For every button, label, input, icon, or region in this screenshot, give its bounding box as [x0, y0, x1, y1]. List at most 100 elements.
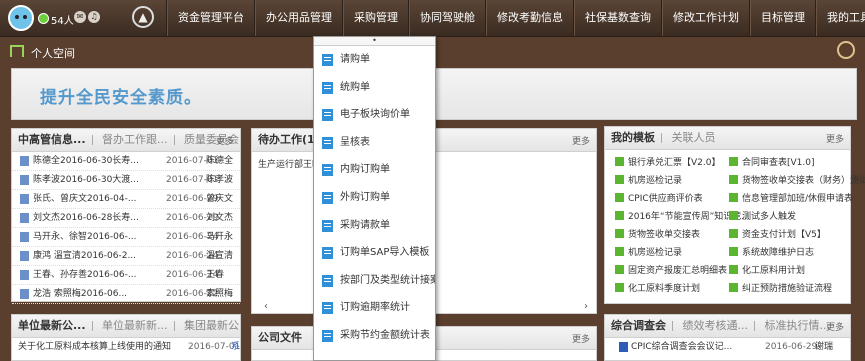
template-item[interactable]: 合同审查表[V1.0] — [729, 155, 815, 171]
item-author: 索照梅 — [206, 289, 234, 299]
template-item[interactable]: 机房巡检记录 — [615, 173, 682, 189]
menu-item-sap-import[interactable]: 订购单SAP导入模板 — [314, 239, 435, 267]
nav-item-fund-platform[interactable]: 资金管理平台 — [168, 0, 254, 36]
nav-item-social-security[interactable]: 社保基数查询 — [575, 0, 661, 36]
tab-divider — [91, 321, 93, 331]
tab-my-templates[interactable]: 我的模板 — [605, 127, 661, 149]
list-item[interactable]: 王春、孙存善2016-06-... 2016-06-24 王春 — [12, 266, 240, 285]
home-icon[interactable] — [10, 45, 24, 57]
item-title[interactable]: 马开永、徐智2016-06-... — [33, 228, 136, 246]
tab-related-people[interactable]: 关联人员 — [666, 127, 722, 149]
menu-item-central-purchase[interactable]: 统购单 — [314, 74, 435, 102]
template-item[interactable]: 系统故障维护日志 — [729, 245, 814, 261]
list-item[interactable]: 马开永、徐智2016-06-... 2016-06-24 马开永 — [12, 228, 240, 247]
menu-item-foreign-order[interactable]: 外购订购单 — [314, 184, 435, 212]
nav-item-office-supplies[interactable]: 办公用品管理 — [256, 0, 342, 36]
form-icon — [322, 219, 333, 232]
form-icon — [729, 247, 738, 256]
nav-item-procurement[interactable]: 采购管理 — [344, 0, 408, 36]
more-link[interactable]: 更多 — [826, 320, 844, 333]
space-title: 个人空间 — [31, 47, 75, 60]
item-title[interactable]: 康鸿 溫宣清2016-06-2... — [33, 247, 136, 265]
template-item[interactable]: 测试多人触发 — [729, 209, 796, 225]
item-title[interactable]: 关于化工原料成本核算上线使用的通知 — [18, 338, 171, 356]
item-title[interactable]: CPIC综合调查会会议记... — [631, 338, 732, 356]
more-link[interactable]: 更多 — [826, 132, 844, 145]
template-item[interactable]: 化工原料季度计划 — [615, 281, 700, 297]
template-item[interactable]: 机房巡检记录 — [615, 245, 682, 261]
nav-item-attendance[interactable]: 修改考勤信息 — [487, 0, 573, 36]
item-title[interactable]: 张氏、曾庆文2016-04-... — [33, 190, 136, 208]
list-item[interactable]: 陈孝波2016-06-30大渡... 2016-07-01 陈孝波 — [12, 171, 240, 190]
item-title[interactable]: 陈德全2016-06-30长寿... — [33, 152, 139, 170]
top-navigation-bar: 54人 ✉ ♫ ▲ 资金管理平台 办公用品管理 采购管理 协同驾驶舱 修改考勤信… — [0, 0, 865, 37]
tab-divider — [91, 135, 93, 145]
list-item[interactable]: 陈德全2016-06-30长寿... 2016-07-01 陈德全 — [12, 152, 240, 171]
form-icon — [615, 175, 624, 184]
online-user-count[interactable]: 54人 — [51, 12, 74, 27]
tab-standard-execution[interactable]: 标准执行情... — [759, 315, 837, 337]
more-link[interactable]: 更多 — [216, 134, 234, 147]
nav-item-goal-management[interactable]: 目标管理 — [751, 0, 815, 36]
tab-performance[interactable]: 绩效考核通... — [677, 315, 755, 337]
menu-item-savings-stats[interactable]: 采购节约金额统计表 — [314, 322, 435, 350]
form-icon — [729, 175, 738, 184]
item-title[interactable]: 刘文杰2016-06-28长寿... — [33, 209, 139, 227]
app-logo[interactable] — [8, 5, 34, 31]
template-item[interactable]: 货物签收单交接表 — [615, 227, 700, 243]
tab-unit-announcements[interactable]: 单位最新公... — [12, 315, 92, 337]
message-icon[interactable]: ✉ — [74, 11, 86, 23]
menu-item-payment-request[interactable]: 采购请款单 — [314, 212, 435, 240]
item-title[interactable]: 陈孝波2016-06-30大渡... — [33, 171, 139, 189]
menu-item-overdue-stats[interactable]: 订购逾期率统计 — [314, 294, 435, 322]
document-icon — [20, 289, 29, 299]
nav-item-work-plan[interactable]: 修改工作计划 — [663, 0, 749, 36]
item-author: 陈孝波 — [206, 175, 234, 185]
document-icon — [20, 156, 29, 166]
document-icon — [20, 175, 29, 185]
menu-item-requisition[interactable]: 请购单 — [314, 46, 435, 74]
online-status-icon — [38, 13, 49, 24]
list-item[interactable]: 关于化工原料成本核算上线使用的通知 2016-07-01 系 — [12, 338, 240, 356]
list-item[interactable]: 刘文杰2016-06-28长寿... 2016-06-29 刘文杰 — [12, 209, 240, 228]
template-item[interactable]: 固定资产报废汇总明细表 — [615, 263, 727, 279]
clock-icon[interactable] — [837, 41, 855, 59]
nav-item-cockpit[interactable]: 协同驾驶舱 — [410, 0, 485, 36]
tab-executive-info[interactable]: 中高管信息... — [12, 129, 92, 151]
menu-item-electronic-inquiry[interactable]: 电子板块询价单 — [314, 101, 435, 129]
main-menu: 资金管理平台 办公用品管理 采购管理 协同驾驶舱 修改考勤信息 社保基数查询 修… — [166, 0, 865, 36]
item-title[interactable]: 龙浩 索照梅2016-06... — [33, 285, 127, 303]
form-icon — [615, 193, 624, 202]
menu-item-department-stats[interactable]: 按部门及类型统计接案... — [314, 267, 435, 295]
template-item[interactable]: 货物签收单交接表（财务）测试 — [729, 173, 865, 189]
list-item[interactable]: 龙浩 索照梅2016-06... 2016-06-22 索照梅 — [12, 285, 240, 304]
scroll-left-icon[interactable]: ‹ — [264, 301, 268, 312]
scroll-right-icon[interactable]: › — [584, 301, 588, 312]
form-icon — [322, 164, 333, 177]
tab-divider — [173, 321, 175, 331]
procurement-dropdown-menu: • 请购单 统购单 电子板块询价单 呈核表 内购订购单 外购订购单 采购请款单 … — [313, 36, 436, 361]
list-item[interactable]: 张氏、曾庆文2016-04-... 2016-06-29 曾庆文 — [12, 190, 240, 209]
template-item[interactable]: 银行承兑汇票【V2.0】 — [615, 155, 720, 171]
tab-company-files[interactable]: 公司文件 — [252, 327, 308, 349]
item-title[interactable]: 王春、孙存善2016-06-... — [33, 266, 136, 284]
template-item[interactable]: 资金支付计划【V5】 — [729, 227, 826, 243]
template-item[interactable]: 信息管理部加班/休假申请表 — [729, 191, 853, 207]
tab-supervision[interactable]: 督办工作跟... — [96, 129, 174, 151]
headset-icon[interactable]: ♫ — [88, 11, 100, 23]
tab-survey-meeting[interactable]: 综合调查会 — [605, 315, 672, 337]
menu-item-domestic-order[interactable]: 内购订购单 — [314, 156, 435, 184]
list-item[interactable]: CPIC综合调查会会议记... 2016-06-29 谢瑞 — [605, 338, 850, 356]
more-link[interactable]: 更多 — [572, 332, 590, 345]
template-item[interactable]: 纠正预防措施验证流程 — [729, 281, 832, 297]
tab-group-announcements[interactable]: 集团最新公... — [178, 315, 240, 337]
template-item[interactable]: CPIC供应商评价表 — [615, 191, 703, 207]
compass-home-icon[interactable]: ▲ — [132, 6, 154, 28]
template-item[interactable]: 化工原料用计划 — [729, 263, 805, 279]
nav-item-my-tools[interactable]: 我的工具 — [817, 0, 865, 36]
form-icon — [615, 211, 624, 220]
list-item[interactable]: 康鸿 溫宣清2016-06-2... 2016-06-24 溫宣清 — [12, 247, 240, 266]
menu-item-approval-form[interactable]: 呈核表 — [314, 129, 435, 157]
tab-unit-news[interactable]: 单位最新新... — [96, 315, 174, 337]
more-link[interactable]: 更多 — [572, 134, 590, 147]
